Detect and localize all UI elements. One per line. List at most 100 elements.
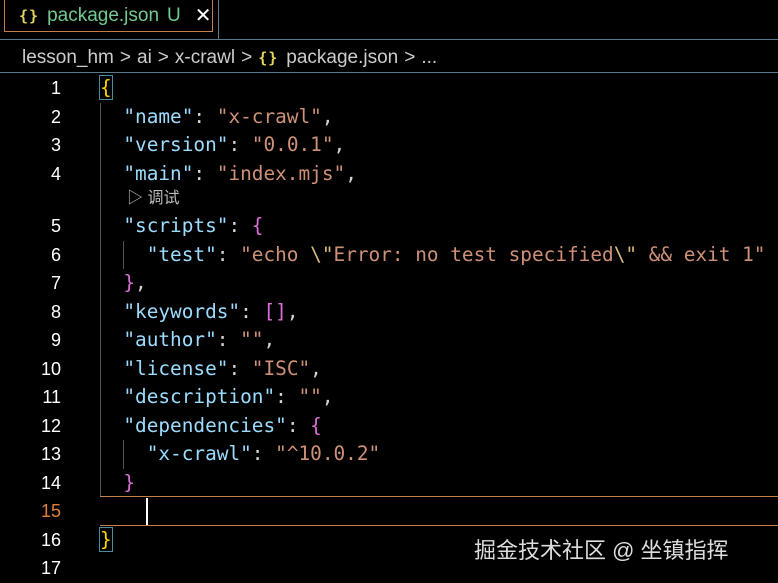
token: "keywords" [123, 299, 241, 323]
code-text: "version": "0.0.1", [100, 131, 345, 160]
breadcrumb: lesson_hm > ai > x-crawl > {} package.json > … [22, 44, 437, 72]
chevron-right-icon: > [241, 47, 253, 68]
chevron-right-icon: > [157, 47, 169, 68]
json-file-icon: {} [258, 49, 279, 67]
line-number: 3 [50, 135, 61, 155]
token: "ISC" [251, 356, 311, 380]
code-line: 1{ [0, 74, 778, 103]
token: "x-crawl" [216, 104, 322, 128]
token: } [123, 271, 136, 294]
token: "scripts" [123, 214, 229, 237]
line-number: 11 [42, 387, 61, 407]
tab-package-json[interactable]: {} package.json U ✕ [4, 0, 213, 32]
token: { [251, 214, 264, 237]
indent-guide [100, 102, 101, 497]
watermark: 掘金技术社区 @ 坐镇指挥 [474, 538, 729, 563]
line-number: 8 [50, 301, 61, 322]
breadcrumb-item[interactable]: ... [421, 47, 437, 69]
token: : [228, 214, 252, 237]
token: : [193, 161, 217, 185]
token: "index.mjs" [216, 161, 346, 185]
line-number: 6 [50, 244, 61, 265]
token: && exit 1" [637, 242, 766, 266]
breadcrumb-item[interactable]: package.json [286, 47, 398, 69]
token: : [251, 442, 276, 465]
token: "0.0.1" [251, 133, 334, 156]
line-number: 7 [50, 273, 61, 293]
token: "test" [146, 242, 217, 266]
token: "echo [240, 242, 311, 266]
line-number: 15 [40, 501, 61, 521]
code-line: 2 "name": "x-crawl", [0, 103, 778, 132]
token: { [310, 413, 322, 437]
breadcrumb-item[interactable]: x-crawl [175, 47, 235, 69]
token: } [123, 470, 136, 494]
code-line: 9 "author": "", [0, 326, 778, 355]
token: "version" [123, 133, 229, 156]
token: , [310, 356, 322, 380]
line-number: 9 [50, 330, 61, 350]
token: "license" [123, 356, 229, 380]
line-number: 14 [40, 472, 61, 493]
indent-guide [123, 240, 125, 269]
line-number: 16 [40, 529, 61, 550]
token: "dependencies" [123, 413, 287, 437]
breadcrumb-item[interactable]: ai [137, 47, 152, 69]
token: \" [310, 242, 334, 266]
debug-link[interactable]: ▷ 调试 [127, 188, 179, 210]
code-text: "name": "x-crawl", [100, 103, 334, 132]
token: : [286, 413, 311, 437]
code-line: 12 "dependencies": { [0, 412, 778, 441]
token: "description" [123, 385, 276, 408]
token: : [240, 299, 264, 323]
line-number: 12 [40, 415, 61, 436]
chevron-right-icon: > [119, 47, 131, 68]
token: "" [298, 385, 322, 408]
token: "author" [123, 328, 217, 351]
token: \" [613, 242, 638, 266]
tab-bar: {} package.json U ✕ [0, 0, 778, 40]
code-text: "test": "echo \"Error: no test specified… [100, 241, 766, 270]
code-text: }, [100, 269, 146, 298]
code-text: "license": "ISC", [100, 355, 322, 384]
code-line: 4 "main": "index.mjs", [0, 160, 778, 189]
current-line-highlight [100, 496, 778, 526]
token: : [228, 356, 252, 380]
code-line: 8 "keywords": [], [0, 298, 778, 327]
token: : [228, 133, 252, 156]
code-text: "author": "", [100, 326, 275, 355]
token: : [216, 242, 241, 266]
token: "name" [123, 104, 194, 128]
token: Error: no test specified [333, 242, 614, 266]
token: , [333, 133, 346, 156]
close-icon[interactable]: ✕ [195, 3, 212, 28]
token: { [99, 75, 113, 100]
token: [] [263, 299, 287, 323]
code-text: "main": "index.mjs", [100, 160, 357, 189]
code-line: 7 }, [0, 269, 778, 298]
codelens-debug: ▷ 调试 [0, 188, 778, 212]
code-text: } [100, 469, 135, 498]
chevron-right-icon: > [404, 47, 416, 68]
code-text: } [99, 526, 113, 555]
line-number: 1 [50, 78, 61, 98]
token: , [321, 104, 334, 128]
code-editor[interactable]: 1{2 "name": "x-crawl", 3 "version": "0.0.… [0, 74, 778, 583]
token: "x-crawl" [146, 442, 252, 465]
code-text: { [99, 74, 113, 103]
breadcrumb-item[interactable]: lesson_hm [22, 47, 114, 69]
line-number: 13 [40, 444, 61, 464]
code-line: 5 "scripts": { [0, 212, 778, 241]
code-text: "dependencies": { [100, 412, 322, 441]
code-text: "description": "", [100, 383, 333, 412]
token: "^10.0.2" [275, 442, 381, 465]
